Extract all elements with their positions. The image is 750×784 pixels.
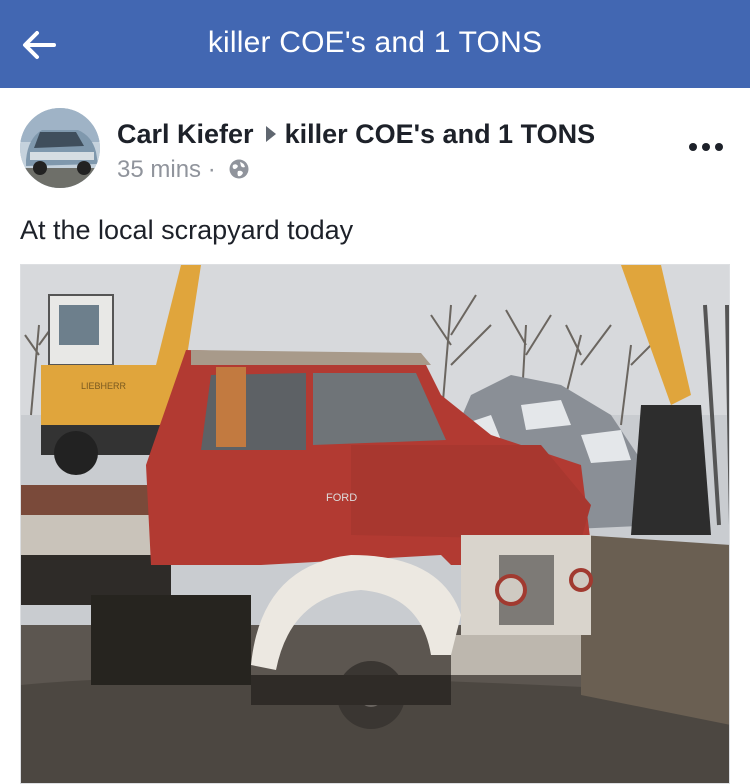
more-horizontal-icon <box>689 143 723 151</box>
more-options-button[interactable] <box>688 140 724 152</box>
author-name[interactable]: Carl Kiefer <box>117 119 254 149</box>
post-time[interactable]: 35 mins <box>117 156 201 183</box>
post-photo[interactable]: FORD LIEBHERR <box>20 264 730 784</box>
post-header: Carl Kiefer killer COE's and 1 TONS <box>117 119 595 150</box>
page-title: killer COE's and 1 TONS <box>207 26 543 59</box>
scrapyard-photo: FORD LIEBHERR <box>21 265 729 783</box>
meta-separator: · <box>207 156 216 183</box>
avatar[interactable] <box>20 108 100 188</box>
globe-icon <box>229 159 249 179</box>
top-bar: killer COE's and 1 TONS <box>0 0 750 88</box>
excavator-badge: LIEBHERR <box>81 381 127 391</box>
caret-right-icon <box>265 125 276 142</box>
post-meta: 35 mins · <box>117 156 250 184</box>
post-caption: At the local scrapyard today <box>20 215 354 245</box>
avatar-image <box>20 108 100 188</box>
truck-badge: FORD <box>326 492 357 504</box>
group-name[interactable]: killer COE's and 1 TONS <box>285 119 596 149</box>
